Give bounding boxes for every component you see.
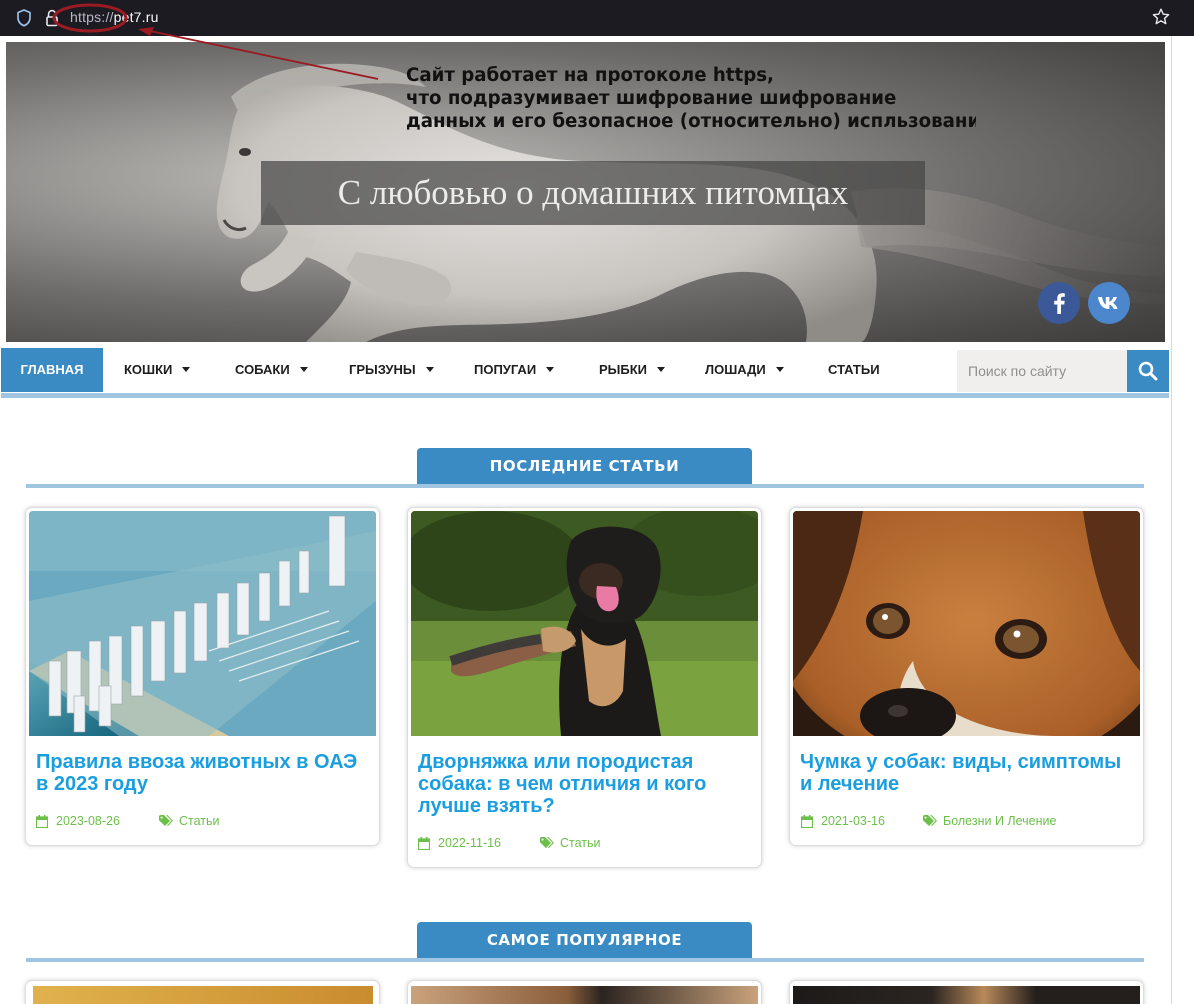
facebook-button[interactable] xyxy=(1038,282,1080,324)
nav-item-label: СОБАКИ xyxy=(235,362,290,377)
nav-item-label: СТАТЬИ xyxy=(828,362,880,377)
tag-icon xyxy=(923,815,937,826)
article-category-text: Статьи xyxy=(560,836,601,850)
annotation-note: Сайт работает на протоколе https, что по… xyxy=(406,64,976,133)
browser-toolbar: https://pet7.ru xyxy=(0,0,1194,36)
popular-card[interactable] xyxy=(25,980,380,1004)
article-category-text: Статьи xyxy=(179,814,220,828)
article-card[interactable]: Правила ввоза животных в ОАЭ в 2023 году… xyxy=(25,507,380,846)
popular-card[interactable] xyxy=(789,980,1144,1004)
nav-item-label: КОШКИ xyxy=(124,362,173,377)
article-image[interactable] xyxy=(411,986,758,1004)
search-icon xyxy=(1138,361,1158,381)
lock-icon[interactable] xyxy=(45,8,59,28)
calendar-icon xyxy=(801,815,813,828)
nav-item-parrots[interactable]: ПОПУГАИ xyxy=(474,348,555,392)
article-image[interactable] xyxy=(793,511,1140,736)
article-image[interactable] xyxy=(29,511,376,736)
article-image[interactable] xyxy=(411,511,758,736)
dubai-marina-image xyxy=(29,511,376,736)
vk-icon xyxy=(1098,297,1118,309)
beagle-image xyxy=(793,511,1140,736)
article-date-text: 2021-03-16 xyxy=(821,814,885,828)
section-divider xyxy=(26,484,1144,488)
search-button[interactable] xyxy=(1127,350,1169,392)
nav-item-home[interactable]: ГЛАВНАЯ xyxy=(1,348,103,392)
article-card[interactable]: Дворняжка или породистая собака: в чем о… xyxy=(407,507,762,868)
nav-item-label: ЛОШАДИ xyxy=(705,362,766,377)
nav-item-horses[interactable]: ЛОШАДИ xyxy=(705,348,784,392)
caret-down-icon xyxy=(299,367,308,373)
article-category-text: Болезни И Лечение xyxy=(943,814,1057,828)
calendar-icon xyxy=(418,837,430,850)
article-image[interactable] xyxy=(793,986,1140,1004)
nav-underline xyxy=(1,393,1169,398)
nav-item-dogs[interactable]: СОБАКИ xyxy=(235,348,308,392)
caret-down-icon xyxy=(657,367,666,373)
nav-item-rodents[interactable]: ГРЫЗУНЫ xyxy=(349,348,434,392)
article-title-link[interactable]: Дворняжка или породистая собака: в чем о… xyxy=(418,751,753,817)
site-tagline: С любовью о домашних питомцах xyxy=(337,173,849,212)
site-header-banner: С любовью о домашних питомцах Сайт работ… xyxy=(6,42,1165,342)
popular-card[interactable] xyxy=(407,980,762,1004)
latest-articles-heading: ПОСЛЕДНИЕ СТАТЬИ xyxy=(417,448,752,484)
calendar-icon xyxy=(36,815,48,828)
bookmark-star-icon[interactable] xyxy=(1151,7,1171,27)
annotation-line: что подразумивает шифрование шифрование xyxy=(406,88,897,109)
nav-item-articles[interactable]: СТАТЬИ xyxy=(828,348,880,392)
vk-button[interactable] xyxy=(1088,282,1130,324)
article-card[interactable]: Чумка у собак: виды, симптомы и лечение … xyxy=(789,507,1144,846)
popular-heading: САМОЕ ПОПУЛЯРНОЕ xyxy=(417,922,752,958)
search-input[interactable] xyxy=(957,350,1127,392)
tag-icon xyxy=(540,837,554,848)
tag-icon xyxy=(159,815,173,826)
nav-item-fish[interactable]: РЫБКИ xyxy=(599,348,666,392)
caret-down-icon xyxy=(775,367,784,373)
caret-down-icon xyxy=(182,367,191,373)
article-date-text: 2023-08-26 xyxy=(56,814,120,828)
facebook-icon xyxy=(1054,293,1065,314)
url-host: pet7.ru xyxy=(113,9,159,25)
hero-title-backdrop: С любовью о домашних питомцах xyxy=(261,161,925,225)
article-date-text: 2022-11-16 xyxy=(438,836,502,850)
article-title-link[interactable]: Правила ввоза животных в ОАЭ в 2023 году xyxy=(36,751,371,795)
section-divider xyxy=(26,958,1144,962)
caret-down-icon xyxy=(425,367,434,373)
nav-item-label: ПОПУГАИ xyxy=(474,362,537,377)
annotation-line: данных и его безопасное (относительно) и… xyxy=(406,111,976,132)
nav-item-label: ГРЫЗУНЫ xyxy=(349,362,416,377)
black-dog-image xyxy=(411,511,758,736)
nav-item-label: РЫБКИ xyxy=(599,362,648,377)
nav-item-cats[interactable]: КОШКИ xyxy=(124,348,191,392)
address-bar-url[interactable]: https://pet7.ru xyxy=(70,9,159,25)
article-image[interactable] xyxy=(33,986,373,1004)
article-title-link[interactable]: Чумка у собак: виды, симптомы и лечение xyxy=(800,751,1135,795)
annotation-line: Сайт работает на протоколе https, xyxy=(406,65,774,86)
caret-down-icon xyxy=(546,367,555,373)
nav-item-label: ГЛАВНАЯ xyxy=(20,362,84,377)
url-protocol: https:// xyxy=(70,9,114,25)
shield-icon[interactable] xyxy=(14,8,34,28)
